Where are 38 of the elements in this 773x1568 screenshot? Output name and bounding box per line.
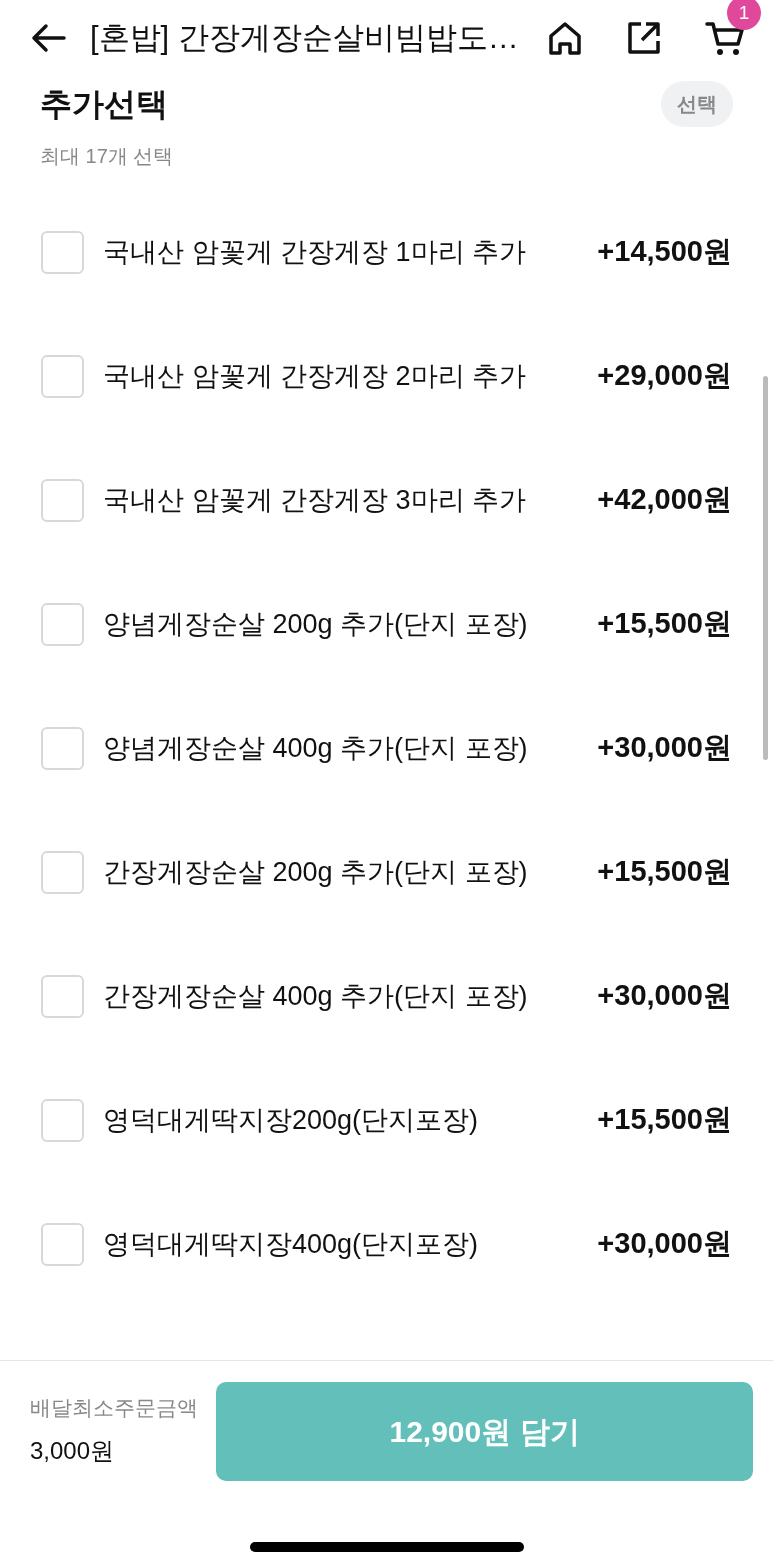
option-price: +15,500원 — [597, 1102, 732, 1138]
option-price: +14,500원 — [597, 234, 732, 270]
option-price: +30,000원 — [597, 1226, 732, 1262]
option-price: +29,000원 — [597, 358, 732, 394]
back-arrow-icon[interactable] — [30, 23, 66, 53]
page-title: [혼밥] 간장게장순살비빔밥도… — [90, 18, 519, 57]
option-price: +30,000원 — [597, 730, 732, 766]
checkbox[interactable] — [41, 974, 84, 1018]
option-label: 국내산 암꽃게 간장게장 2마리 추가 — [103, 360, 528, 393]
option-label: 국내산 암꽃게 간장게장 3마리 추가 — [103, 484, 528, 517]
option-label: 양념게장순살 400g 추가(단지 포장) — [103, 732, 529, 765]
home-icon[interactable] — [547, 20, 583, 56]
min-order-label: 배달최소주문금액 — [30, 1395, 199, 1421]
checkbox[interactable] — [41, 1098, 84, 1142]
option-label: 양념게장순살 200g 추가(단지 포장) — [103, 608, 529, 641]
checkbox[interactable] — [41, 478, 84, 522]
min-order-value: 3,000원 — [30, 1436, 116, 1466]
option-label: 간장게장순살 200g 추가(단지 포장) — [103, 856, 529, 889]
option-label: 영덕대게딱지장200g(단지포장) — [103, 1104, 480, 1137]
section-subtitle: 최대 17개 선택 — [40, 144, 175, 169]
checkbox[interactable] — [41, 230, 84, 274]
checkbox[interactable] — [41, 1222, 84, 1266]
option-price: +15,500원 — [597, 606, 732, 642]
cart-count-badge: 1 — [727, 0, 761, 30]
checkbox[interactable] — [41, 850, 84, 894]
section-title: 추가선택 — [40, 85, 168, 124]
option-label: 간장게장순살 400g 추가(단지 포장) — [103, 980, 529, 1013]
option-label: 국내산 암꽃게 간장게장 1마리 추가 — [103, 236, 528, 269]
option-price: +15,500원 — [597, 854, 732, 890]
checkbox[interactable] — [41, 602, 84, 646]
option-price: +30,000원 — [597, 978, 732, 1014]
option-label: 영덕대게딱지장400g(단지포장) — [103, 1228, 480, 1261]
checkbox[interactable] — [41, 726, 84, 770]
option-price: +42,000원 — [597, 482, 732, 518]
add-to-cart-button[interactable]: 12,900원 담기 — [216, 1382, 753, 1481]
checkbox[interactable] — [41, 354, 84, 398]
required-badge: 선택 — [661, 81, 733, 127]
share-icon[interactable] — [627, 21, 661, 55]
